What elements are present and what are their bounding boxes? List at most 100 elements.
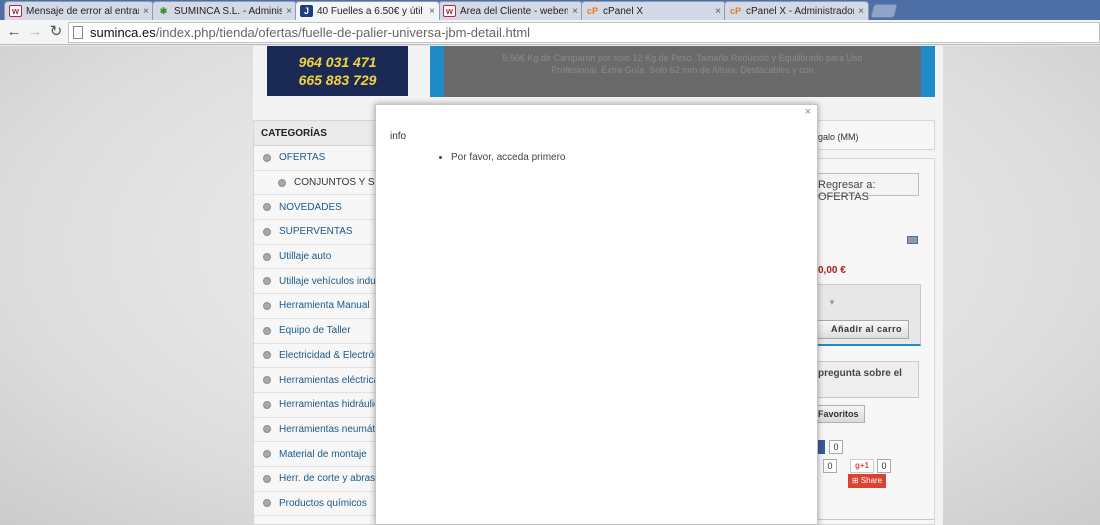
sidebar-item[interactable]: Herramientas eléctricas — [254, 368, 378, 393]
sidebar-item-label: SUPERVENTAS — [279, 226, 353, 238]
sidebar-item[interactable]: NOVEDADES — [254, 195, 378, 221]
modal-message: Por favor, acceda primero — [451, 152, 566, 163]
close-icon[interactable]: × — [282, 6, 296, 17]
sidebar-item-label: Herramientas hidráulicas — [279, 399, 378, 411]
webempresa-icon: w — [443, 5, 456, 17]
forward-arrow-icon[interactable]: → — [26, 23, 44, 41]
joomla-blue-icon: J — [300, 5, 313, 17]
browser-tab-4[interactable]: w Área del Cliente - webemp × — [438, 1, 583, 20]
sidebar-item[interactable]: Productos químicos — [254, 492, 378, 517]
sidebar-item[interactable]: OFERTAS — [254, 146, 378, 171]
modal-close-icon[interactable]: × — [805, 106, 811, 118]
dimension-label: galo (MM) — [818, 132, 859, 142]
bullet-icon — [263, 203, 271, 212]
share-label: Share — [860, 476, 883, 485]
modal-title: info — [390, 131, 407, 142]
bullet-icon — [263, 425, 271, 434]
sidebar-item-label: Herramientas neumáticas — [279, 423, 378, 435]
sidebar-item[interactable]: Herr. de corte y abrasivos — [254, 467, 378, 492]
page-viewport: 964 031 471 665 883 729 5,50€ Kg de Camp… — [0, 46, 1100, 525]
facebook-like-icon[interactable] — [818, 440, 825, 454]
tab-title: cPanel X - Administrador — [746, 5, 854, 17]
phone-number-2: 665 883 729 — [298, 72, 377, 88]
tab-title: SUMINCA S.L. - Administra — [174, 5, 282, 17]
browser-tab-5[interactable]: cP cPanel X × — [581, 1, 726, 20]
product-attributes-panel: galo (MM) — [818, 120, 935, 150]
url-host: suminca.es — [90, 25, 156, 40]
browser-tab-2[interactable]: ✱ SUMINCA S.L. - Administra × — [152, 1, 297, 20]
add-to-cart-button[interactable]: Añadir al carro — [818, 320, 909, 339]
browser-tab-6[interactable]: cP cPanel X - Administrador × — [724, 1, 869, 20]
phone-number-1: 964 031 471 — [298, 54, 377, 70]
sidebar-item[interactable]: Herramientas hidráulicas — [254, 393, 378, 418]
tab-title: cPanel X — [603, 5, 644, 17]
bullet-icon — [263, 153, 271, 162]
url-path: /index.php/tienda/ofertas/fuelle-de-pali… — [155, 25, 531, 40]
banner-text-1: 5,50€ Kg de Camparon por solo 12 Kg de P… — [502, 53, 863, 63]
cpanel-icon: cP — [729, 6, 741, 16]
sidebar-item-label: Productos químicos — [279, 497, 367, 509]
sidebar-item-label: Utillaje auto — [279, 251, 332, 263]
close-icon[interactable]: × — [139, 6, 153, 17]
favorites-button[interactable]: Favoritos — [818, 405, 865, 423]
tweet-count: 0 — [823, 459, 837, 473]
sidebar-item[interactable]: Material de montaje — [254, 442, 378, 467]
ask-question-link[interactable]: pregunta sobre el — [818, 361, 919, 398]
back-to-category-button[interactable]: Regresar a: OFERTAS — [818, 173, 919, 203]
new-tab-button[interactable] — [870, 4, 898, 18]
tab-title: 40 Fuelles a 6.50€ y útil ne — [317, 5, 425, 17]
bullet-icon — [263, 499, 271, 508]
bullet-icon — [263, 277, 271, 286]
bullet-icon — [263, 400, 271, 409]
browser-tab-bar: w Mensaje de error al entrar × ✱ SUMINCA… — [0, 0, 1100, 20]
sidebar-item[interactable]: Herramientas neumáticas — [254, 418, 378, 443]
back-arrow-icon[interactable]: ← — [5, 23, 23, 41]
cpanel-icon: cP — [586, 6, 598, 16]
banner-text-2: Profesional. Extra Guía. Solo 62 mm de A… — [551, 65, 814, 75]
categories-sidebar: CATEGORÍAS OFERTAS CONJUNTOS Y SERVICIOS N… — [253, 120, 378, 525]
sidebar-item-label: OFERTAS — [279, 152, 326, 164]
google-plus-count: 0 — [877, 459, 891, 473]
product-price: 0,00 € — [818, 265, 846, 276]
sidebar-item-label: Herramientas eléctricas — [279, 374, 378, 386]
browser-tab-1[interactable]: w Mensaje de error al entrar × — [4, 1, 154, 20]
keyboard-icon[interactable] — [907, 236, 918, 244]
google-plus-button[interactable]: g+1 — [850, 459, 874, 473]
sidebar-item[interactable]: Utillaje vehículos industriales — [254, 269, 378, 295]
sidebar-item-label: Electricidad & Electrónica — [279, 349, 378, 361]
tab-title: Área del Cliente - webemp — [460, 5, 568, 17]
info-modal: × info Por favor, acceda primero — [375, 104, 818, 525]
sidebar-item[interactable]: SUPERVENTAS — [254, 220, 378, 245]
facebook-count: 0 — [829, 440, 843, 454]
sidebar-item[interactable]: Equipo de Taller — [254, 319, 378, 344]
sidebar-item[interactable]: Herramienta Manual — [254, 294, 378, 319]
sidebar-item-label: Utillaje vehículos industriales — [279, 275, 378, 287]
sidebar-item-label: CONJUNTOS Y SERVICIOS — [294, 177, 378, 189]
sidebar-item-label: NOVEDADES — [279, 201, 342, 213]
close-icon[interactable]: × — [568, 6, 582, 17]
tab-title: Mensaje de error al entrar — [26, 5, 139, 17]
bullet-icon — [263, 474, 271, 483]
bullet-icon — [263, 326, 271, 335]
bullet-icon — [263, 351, 271, 360]
modal-message-list: Por favor, acceda primero — [436, 152, 566, 163]
sidebar-item[interactable]: Electricidad & Electrónica — [254, 344, 378, 369]
product-banner: 5,50€ Kg de Camparon por solo 12 Kg de P… — [430, 46, 935, 97]
sidebar-item[interactable]: Utillaje auto — [254, 245, 378, 270]
share-button[interactable]: ⊞ Share — [848, 474, 886, 488]
browser-tab-3[interactable]: J 40 Fuelles a 6.50€ y útil ne × — [295, 1, 440, 20]
close-icon[interactable]: × — [425, 6, 439, 17]
address-bar[interactable]: suminca.es/index.php/tienda/ofertas/fuel… — [68, 22, 1100, 43]
plus-icon: ⊞ — [851, 476, 859, 485]
sidebar-item[interactable]: CONJUNTOS Y SERVICIOS — [254, 171, 378, 196]
bullet-icon — [263, 227, 271, 236]
page-icon — [73, 26, 83, 39]
quantity-caret-icon[interactable]: ▼ — [828, 298, 836, 307]
sidebar-item-label: Material de montaje — [279, 448, 367, 460]
bullet-icon — [263, 252, 271, 261]
reload-icon[interactable]: ↻ — [47, 23, 65, 41]
close-icon[interactable]: × — [854, 6, 868, 17]
divider — [818, 519, 935, 520]
close-icon[interactable]: × — [711, 6, 725, 17]
joomla-icon: ✱ — [159, 5, 168, 16]
